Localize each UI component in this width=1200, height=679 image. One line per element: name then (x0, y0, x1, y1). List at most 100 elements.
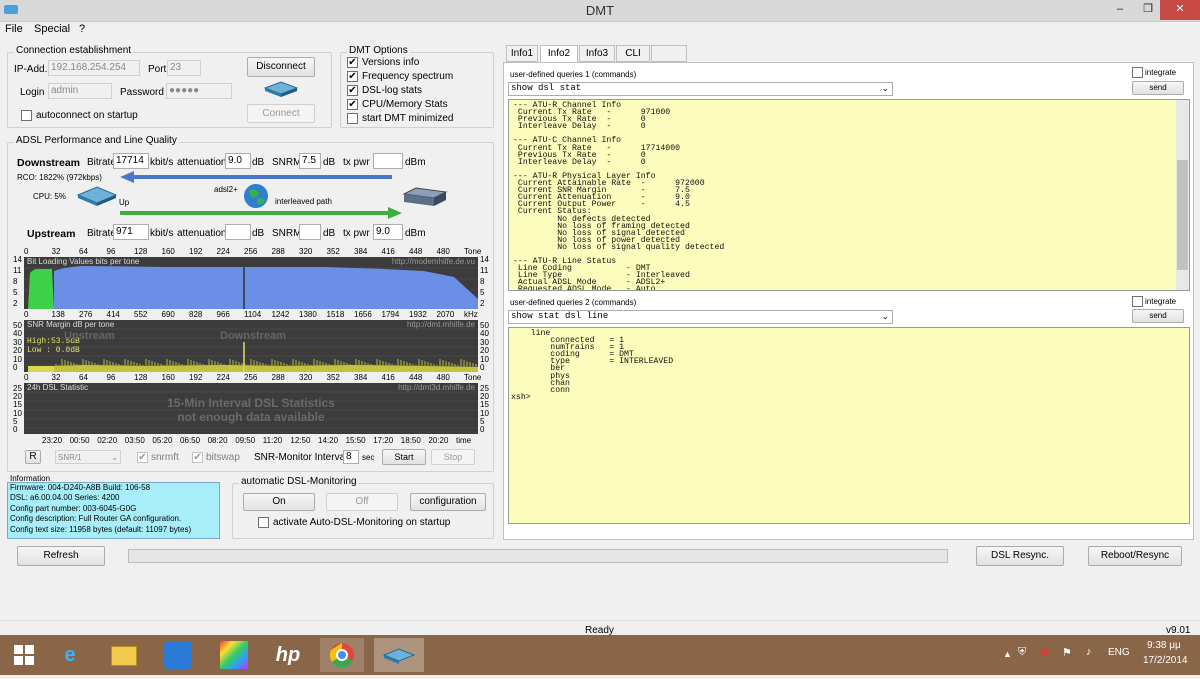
query1-select[interactable]: show dsl stat ⌄ (508, 82, 893, 96)
activate-auto-checkbox[interactable] (258, 517, 269, 528)
bitswap-checkbox[interactable]: ✔ (192, 452, 203, 463)
output-terminal-2[interactable]: line connected = 1 numTrains = 1 coding … (508, 327, 1190, 524)
send1-button[interactable]: send (1132, 81, 1184, 95)
dsl-resync-button[interactable]: DSL Resync. (976, 546, 1064, 566)
tone-tick: 128 (134, 373, 148, 382)
autoconnect-checkbox[interactable] (21, 110, 32, 121)
tone-tick: 320 (299, 247, 313, 256)
tone-tick: 416 (381, 373, 395, 382)
tray-volume-icon[interactable]: ♪ (1086, 646, 1092, 658)
tone-tick: 0 (24, 247, 29, 256)
query2-select[interactable]: show stat dsl line ⌄ (508, 310, 893, 324)
y-tick: 0 (13, 425, 18, 434)
up-attenuation-field (225, 224, 251, 240)
rocket-app-icon[interactable] (156, 638, 200, 672)
scrollbar-thumb[interactable] (1177, 160, 1188, 270)
maximize-icon[interactable]: ❐ (1134, 0, 1162, 20)
dsl-log-checkbox[interactable]: ✔ (347, 85, 358, 96)
cpu-memory-label: CPU/Memory Stats (362, 99, 448, 110)
cpu-memory-checkbox[interactable]: ✔ (347, 99, 358, 110)
tone-tick: 384 (354, 247, 368, 256)
stop-button[interactable]: Stop (431, 449, 475, 465)
tab-info3[interactable]: Info3 (579, 45, 615, 62)
reset-button[interactable]: R (25, 450, 41, 464)
info-line: Firmware: 004-D240-A8B Build: 106-58 (10, 483, 151, 492)
tone-tick: 32 (51, 247, 61, 256)
start-button[interactable]: Start (382, 449, 426, 465)
info-line: Config text size: 11958 bytes (default: … (10, 524, 192, 534)
file-explorer-icon[interactable] (102, 638, 146, 672)
stat24-y-axis-left: 25 20 15 10 5 0 (13, 384, 23, 434)
windows-start-icon[interactable] (2, 638, 46, 672)
dmt-taskbar-icon[interactable] (374, 638, 424, 672)
time-axis: 23:20 00:50 02:20 03:50 05:20 06:50 08:20 09:50… (24, 436, 478, 446)
tab-empty[interactable] (651, 45, 687, 62)
tab-info1[interactable]: Info1 (506, 45, 538, 62)
port-field[interactable]: 23 (167, 60, 201, 76)
clock-date[interactable]: 17/2/2014 (1143, 655, 1188, 666)
tray-shield-icon[interactable]: ⛨ (1018, 646, 1026, 659)
internet-explorer-icon[interactable]: e (48, 638, 92, 672)
on-button[interactable]: On (243, 493, 315, 511)
tone-tick: Tone (464, 247, 482, 256)
disconnect-button[interactable]: Disconnect (247, 57, 315, 77)
refresh-button[interactable]: Refresh (17, 546, 105, 566)
tone-tick: Tone (464, 373, 482, 382)
khz-tick: 1932 (409, 310, 427, 319)
tray-antivirus-icon[interactable]: ✖ (1040, 646, 1049, 659)
time-tick: 12:50 (290, 436, 311, 445)
scrollbar[interactable] (1176, 100, 1189, 290)
router-icon (402, 186, 448, 208)
tab-cli[interactable]: CLI (616, 45, 650, 62)
menu-file[interactable]: File (5, 23, 23, 35)
login-field[interactable]: admin (48, 83, 112, 99)
bitload-title: Bit Loading Values bits per tone (27, 257, 140, 266)
interval-field[interactable]: 8 (343, 450, 359, 464)
y-tick: 0 (480, 425, 485, 434)
tray-flag-icon[interactable]: ⚑ (1062, 646, 1072, 659)
minimize-icon[interactable]: ‒ (1106, 0, 1134, 20)
window-title: DMT (585, 3, 615, 18)
y-tick: 8 (480, 277, 485, 286)
stat24-message-1: 15-Min Interval DSL Statistics (167, 396, 335, 410)
menu-help[interactable]: ? (79, 23, 85, 35)
language-indicator[interactable]: ENG (1108, 647, 1130, 658)
chevron-down-icon: ⌄ (881, 83, 889, 93)
frequency-spectrum-checkbox[interactable]: ✔ (347, 71, 358, 82)
password-field[interactable]: ●●●●● (166, 83, 232, 99)
menu-special[interactable]: Special (34, 23, 70, 35)
configuration-button[interactable]: configuration (410, 493, 486, 511)
stat24-title: 24h DSL Statistic (27, 383, 89, 392)
chrome-icon[interactable] (320, 638, 364, 672)
tray-arrow-icon[interactable]: ▲ (1003, 649, 1012, 659)
start-minimized-checkbox[interactable] (347, 113, 358, 124)
off-button[interactable]: Off (326, 493, 398, 511)
snr-select[interactable]: SNR/1 ⌄ (55, 450, 121, 464)
ip-field[interactable]: 192.168.254.254 (48, 60, 140, 76)
khz-tick: 414 (106, 310, 120, 319)
versions-info-label: Versions info (362, 57, 420, 68)
color-app-icon[interactable] (212, 638, 256, 672)
info-line: Config part number: 003-6045-G0G (10, 503, 137, 513)
close-icon[interactable]: ✕ (1160, 0, 1200, 20)
hp-icon[interactable]: hp (266, 638, 310, 672)
time-tick: 17:20 (373, 436, 394, 445)
reboot-resync-button[interactable]: Reboot/Resync (1088, 546, 1182, 566)
send2-button[interactable]: send (1132, 309, 1184, 323)
up-bitrate-field: 971 (113, 224, 149, 240)
tab-info2[interactable]: Info2 (540, 45, 578, 63)
khz-tick: 138 (51, 310, 65, 319)
tone-tick: 352 (326, 373, 340, 382)
connect-button[interactable]: Connect (247, 104, 315, 123)
integrate1-checkbox[interactable] (1132, 67, 1143, 78)
down-snrm-field: 7.5 (299, 153, 321, 169)
db-label: dB (323, 228, 336, 239)
snr-url: http://dmt.mhilfe.de (406, 320, 475, 329)
snrmft-checkbox[interactable]: ✔ (137, 452, 148, 463)
globe-icon (243, 183, 269, 209)
integrate2-checkbox[interactable] (1132, 296, 1143, 307)
clock-time[interactable]: 9:38 μμ (1147, 640, 1181, 651)
y-tick: 11 (480, 266, 489, 275)
versions-info-checkbox[interactable]: ✔ (347, 57, 358, 68)
output-terminal-1[interactable]: --- ATU-R Channel Info Current Tx Rate -… (508, 99, 1190, 291)
